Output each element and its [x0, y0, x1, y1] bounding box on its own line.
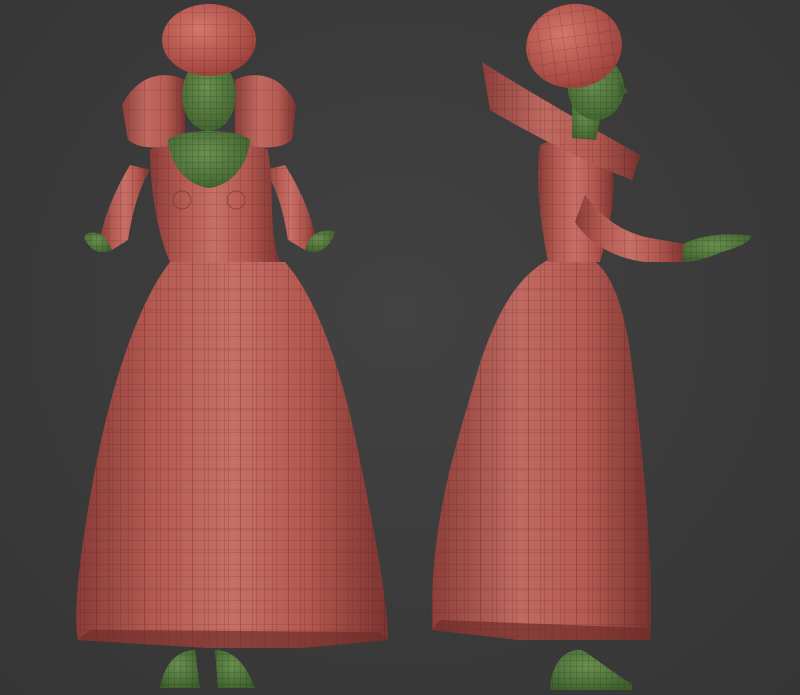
front-view-model[interactable] — [76, 4, 388, 688]
side-view-model[interactable] — [431, 0, 752, 690]
sculpt-viewport[interactable] — [0, 0, 800, 695]
viewport-canvas[interactable] — [0, 0, 800, 695]
